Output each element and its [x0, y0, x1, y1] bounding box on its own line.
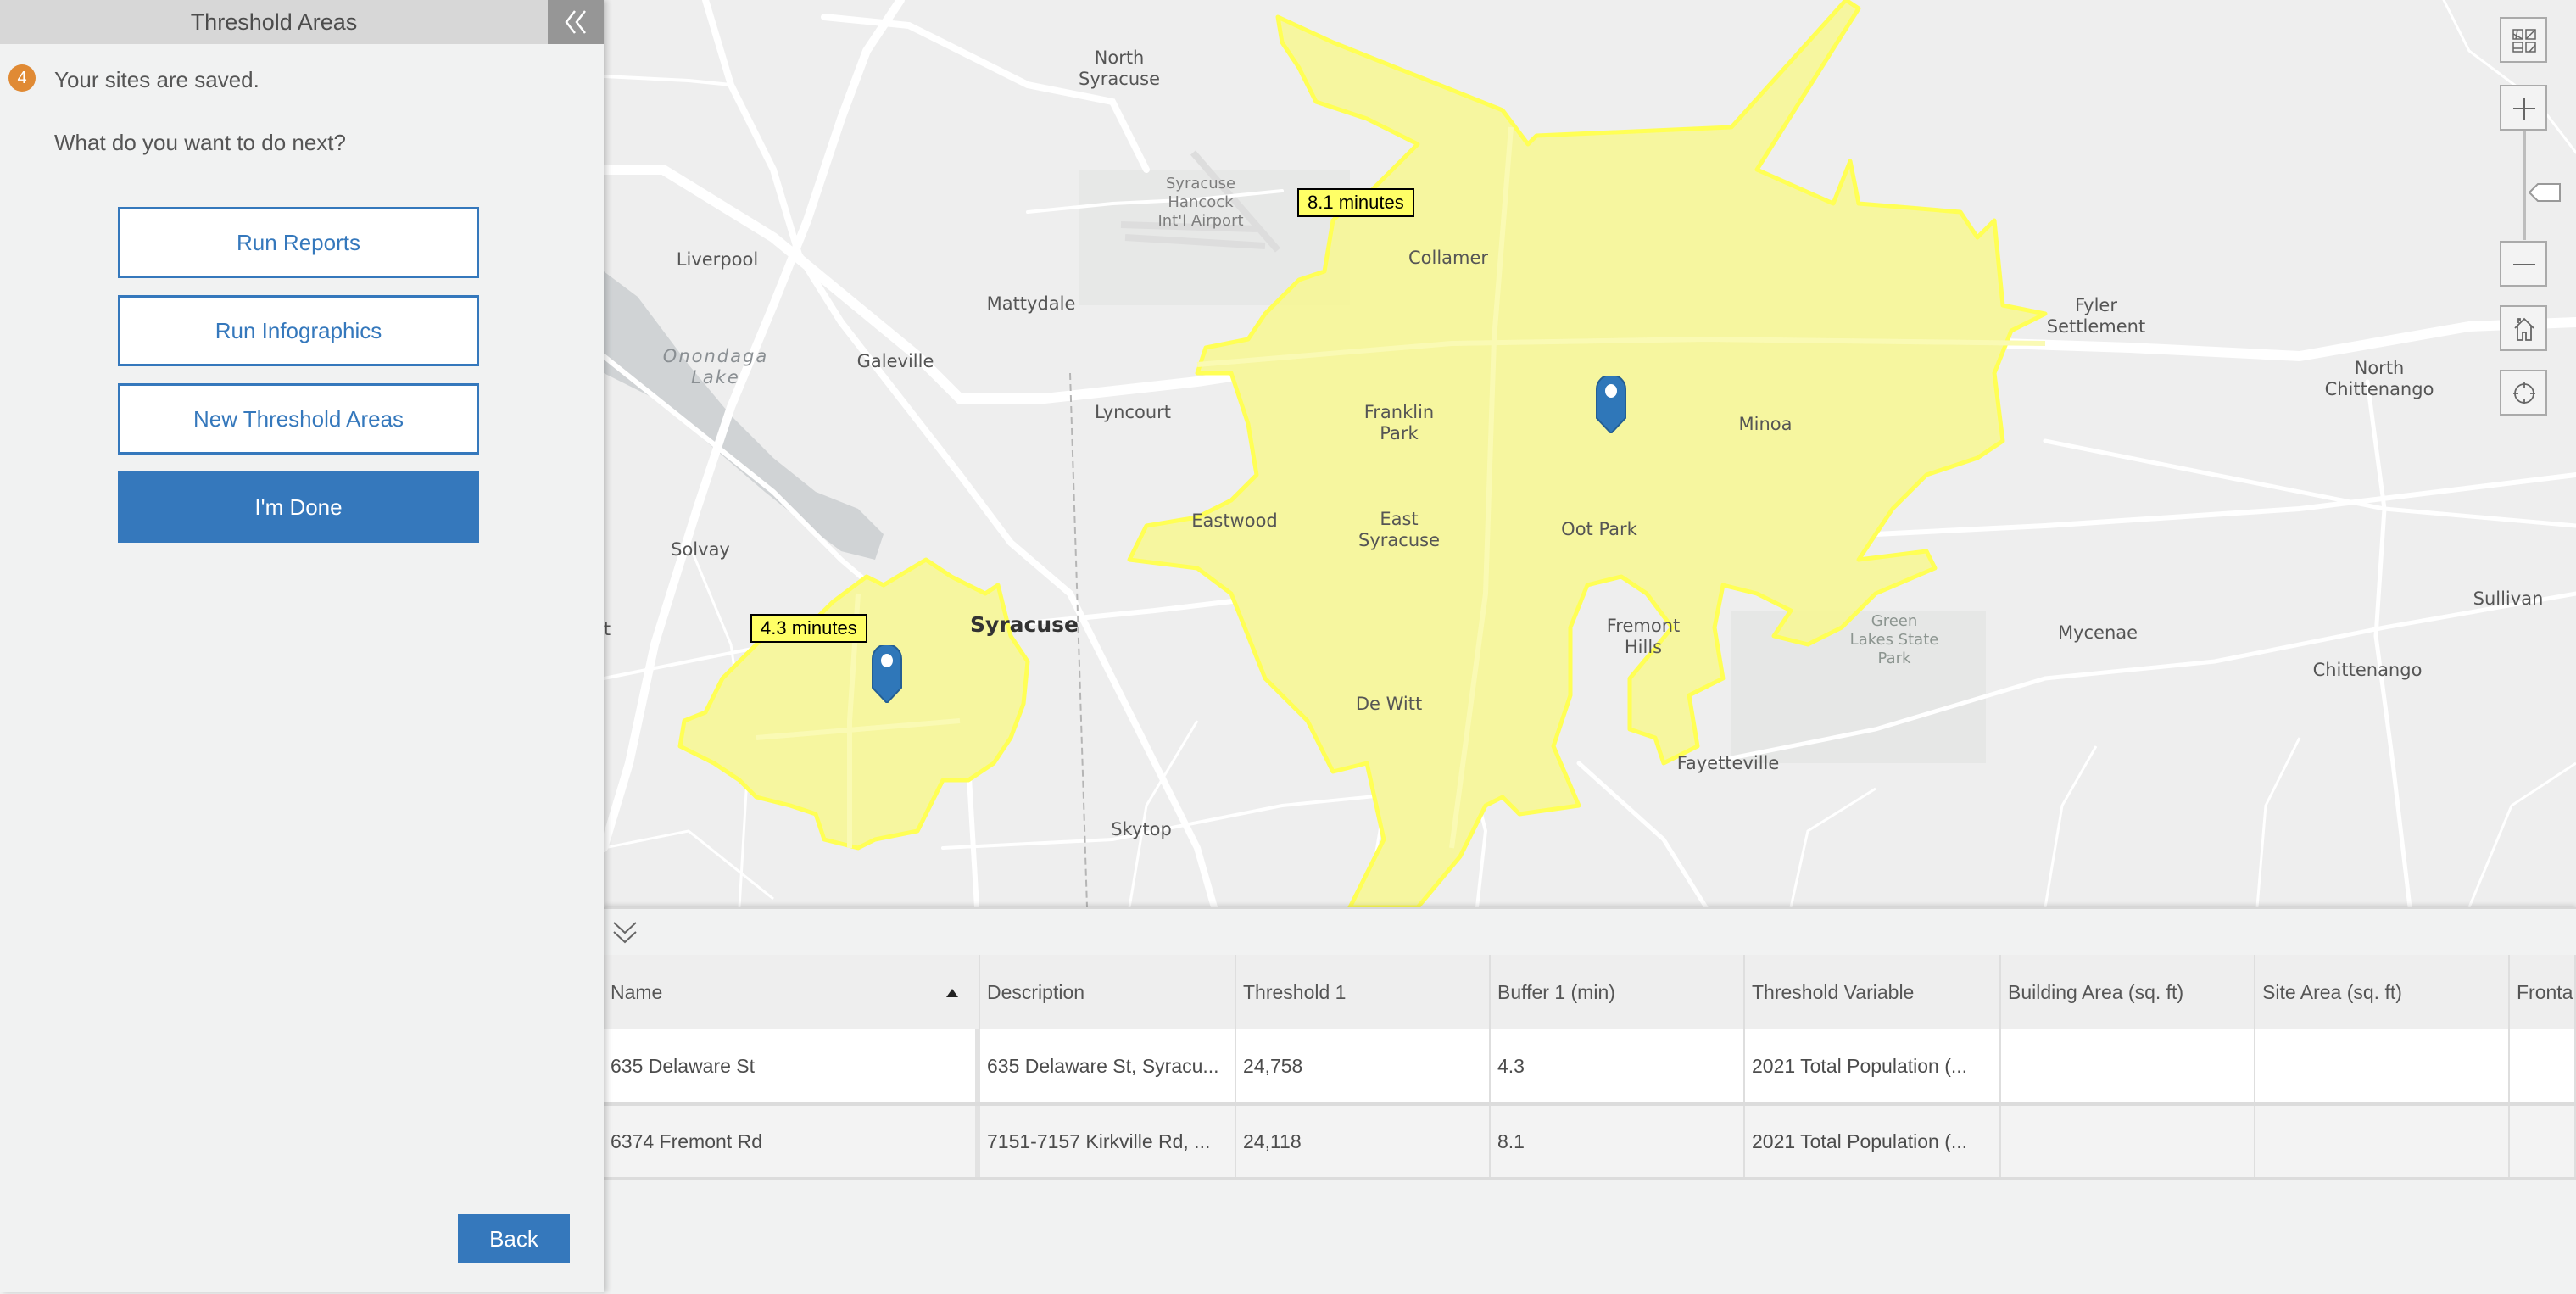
column-header-label: Buffer 1 (min) — [1497, 980, 1615, 1003]
place-label-de-witt: De Witt — [1355, 694, 1423, 714]
place-label-north-chittenango: North Chittenango — [2324, 358, 2434, 399]
place-label-oot-park: Oot Park — [1561, 519, 1637, 539]
cell-name: 6374 Fremont Rd — [604, 1106, 980, 1177]
place-label-syracuse-airport: Syracuse Hancock Int'l Airport — [1157, 175, 1244, 230]
column-header-label: Fronta — [2517, 980, 2573, 1003]
sites-attribute-table: Name Description Threshold 1 Buffer 1 (min)… — [604, 907, 2576, 1294]
place-label-collamer: Collamer — [1408, 248, 1489, 268]
column-header-threshold-variable[interactable]: Threshold Variable — [1745, 955, 2001, 1029]
basemap — [604, 0, 2576, 907]
site-pin-fremont-rd[interactable] — [1595, 376, 1627, 433]
place-label-syracuse: Syracuse — [970, 612, 1079, 637]
double-chevron-down-icon[interactable] — [611, 919, 639, 948]
cell-buffer-1-min: 4.3 — [1491, 1029, 1745, 1102]
run-reports-button[interactable]: Run Reports — [118, 207, 479, 278]
place-label-partial: t — [604, 619, 611, 639]
column-header-label: Name — [611, 980, 663, 1003]
zoom-out-button[interactable] — [2500, 241, 2547, 287]
home-icon — [2514, 317, 2534, 341]
double-chevron-left-icon — [565, 10, 586, 34]
place-label-onondaga-lake: Onondaga Lake — [662, 346, 769, 388]
cell-threshold-variable: 2021 Total Population (... — [1745, 1029, 2001, 1102]
drive-time-label-4-3: 4.3 minutes — [750, 614, 867, 643]
place-label-sullivan: Sullivan — [2473, 588, 2544, 609]
place-label-minoa: Minoa — [1738, 414, 1793, 434]
cell-building-area-sq-ft — [2001, 1029, 2255, 1102]
cell-description: 7151-7157 Kirkville Rd, ... — [980, 1106, 1236, 1177]
column-header-site-area-sq-ft[interactable]: Site Area (sq. ft) — [2255, 955, 2510, 1029]
plus-icon — [2513, 98, 2535, 120]
column-header-threshold-1[interactable]: Threshold 1 — [1236, 955, 1491, 1029]
drive-time-area-4-3-min — [677, 557, 1030, 851]
place-label-eastwood: Eastwood — [1191, 510, 1278, 531]
basemap-gallery-button[interactable] — [2500, 17, 2547, 63]
place-label-liverpool: Liverpool — [676, 249, 759, 270]
column-header-description[interactable]: Description — [980, 955, 1236, 1029]
column-header-label: Description — [987, 980, 1085, 1003]
column-header-fronta[interactable]: Fronta — [2510, 955, 2576, 1029]
panel-title: Threshold Areas — [190, 9, 358, 35]
column-header-label: Site Area (sq. ft) — [2262, 980, 2402, 1003]
place-label-green-lakes-state-park: Green Lakes State Park — [1849, 612, 1939, 667]
place-label-fayetteville: Fayetteville — [1676, 753, 1780, 773]
home-button[interactable] — [2500, 305, 2547, 351]
back-button[interactable]: Back — [458, 1214, 570, 1263]
place-label-galeville: Galeville — [856, 351, 934, 371]
step-badge: 4 — [8, 64, 36, 92]
place-label-skytop: Skytop — [1111, 819, 1172, 839]
new-threshold-areas-button[interactable]: New Threshold Areas — [118, 383, 479, 455]
im-done-button[interactable]: I'm Done — [118, 471, 479, 543]
place-label-fremont-hills: Fremont Hills — [1606, 616, 1681, 657]
cell-fronta — [2510, 1029, 2576, 1102]
run-infographics-button[interactable]: Run Infographics — [118, 295, 479, 366]
table-row[interactable]: 635 Delaware St 635 Delaware St, Syracu..… — [604, 1029, 2576, 1106]
cell-buffer-1-min: 8.1 — [1491, 1106, 1745, 1177]
cell-threshold-variable: 2021 Total Population (... — [1745, 1106, 2001, 1177]
cell-fronta — [2510, 1106, 2576, 1177]
cell-site-area-sq-ft — [2255, 1106, 2510, 1177]
panel-header: Threshold Areas — [0, 0, 604, 44]
column-header-name[interactable]: Name — [604, 955, 980, 1029]
minus-icon — [2513, 264, 2535, 265]
next-step-question: What do you want to do next? — [54, 130, 346, 155]
cell-threshold-1: 24,118 — [1236, 1106, 1491, 1177]
map-view[interactable]: North Syracuse Syracuse Hancock Int'l Airpo… — [604, 0, 2576, 907]
place-label-lyncourt: Lyncourt — [1094, 402, 1172, 422]
locate-button[interactable] — [2500, 370, 2547, 416]
column-header-building-area-sq-ft[interactable]: Building Area (sq. ft) — [2001, 955, 2255, 1029]
column-header-label: Building Area (sq. ft) — [2008, 980, 2184, 1003]
column-header-label: Threshold 1 — [1243, 980, 1347, 1003]
column-header-label: Threshold Variable — [1752, 980, 1915, 1003]
zoom-slider-track[interactable] — [2523, 131, 2526, 240]
cell-site-area-sq-ft — [2255, 1029, 2510, 1102]
crosshair-icon — [2513, 382, 2535, 404]
place-label-mattydale: Mattydale — [986, 293, 1076, 314]
cell-threshold-1: 24,758 — [1236, 1029, 1491, 1102]
collapse-panel-button[interactable] — [548, 0, 604, 44]
place-label-chittenango: Chittenango — [2312, 660, 2423, 680]
threshold-areas-panel: Threshold Areas 4 Your sites are saved. … — [0, 0, 604, 1292]
table-row[interactable]: 6374 Fremont Rd 7151-7157 Kirkville Rd, .… — [604, 1106, 2576, 1180]
column-header-buffer-1-min[interactable]: Buffer 1 (min) — [1491, 955, 1745, 1029]
cell-name: 635 Delaware St — [604, 1029, 980, 1102]
place-label-solvay: Solvay — [671, 539, 730, 560]
zoom-in-button[interactable] — [2500, 85, 2547, 131]
place-label-mycenae: Mycenae — [2057, 622, 2138, 643]
place-label-east-syracuse: East Syracuse — [1358, 509, 1440, 550]
basemap-gallery-icon — [2512, 29, 2536, 53]
cell-building-area-sq-ft — [2001, 1106, 2255, 1177]
table-header-row: Name Description Threshold 1 Buffer 1 (min)… — [604, 955, 2576, 1029]
site-pin-delaware-st[interactable] — [871, 645, 903, 703]
place-label-franklin-park: Franklin Park — [1363, 402, 1435, 443]
zoom-slider-thumb[interactable] — [2529, 183, 2561, 202]
drive-time-label-8-1: 8.1 minutes — [1297, 188, 1414, 217]
place-label-fyler-settlement: Fyler Settlement — [2046, 295, 2146, 337]
place-label-north-syracuse: North Syracuse — [1079, 47, 1160, 89]
onondaga-lake — [604, 271, 884, 560]
sort-ascending-icon — [946, 989, 958, 997]
cell-description: 635 Delaware St, Syracu... — [980, 1029, 1236, 1102]
step-status-text: Your sites are saved. — [54, 67, 259, 92]
